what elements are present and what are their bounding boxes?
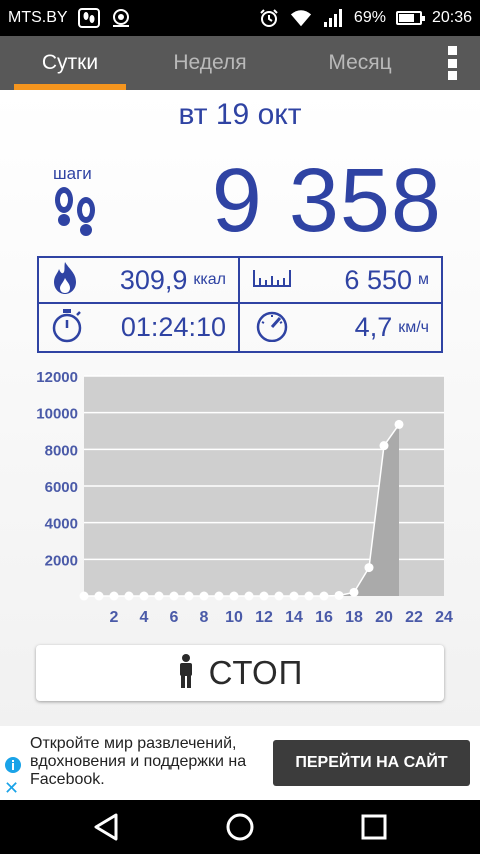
x-tick-label: 10 bbox=[225, 609, 243, 626]
distance-unit: м bbox=[418, 271, 429, 288]
battery-percent: 69% bbox=[353, 9, 386, 26]
tab-label: Месяц bbox=[328, 51, 392, 74]
clock-time: 20:36 bbox=[431, 9, 472, 26]
chart-data-point bbox=[364, 563, 374, 573]
stop-button-label: СТОП bbox=[208, 654, 304, 691]
calories-unit: ккал bbox=[193, 271, 226, 288]
y-tick-label: 2000 bbox=[45, 552, 78, 569]
tab-day[interactable]: Сутки bbox=[0, 36, 140, 90]
chart-data-point bbox=[259, 591, 269, 601]
x-tick-label: 22 bbox=[405, 609, 423, 626]
chart-data-point bbox=[289, 591, 299, 601]
chart-data-point bbox=[394, 419, 404, 429]
speed-value: 4,7 bbox=[354, 312, 393, 342]
y-tick-label: 6000 bbox=[45, 479, 78, 496]
x-tick-label: 18 bbox=[345, 609, 363, 626]
x-tick-label: 16 bbox=[315, 609, 333, 626]
chart-data-point bbox=[184, 591, 194, 601]
chart-data-point bbox=[124, 591, 134, 601]
chart-data-point bbox=[379, 441, 389, 451]
ad-text: Откройте мир развлечений, вдохновения и … bbox=[30, 735, 247, 788]
stop-button[interactable]: СТОП bbox=[36, 645, 444, 701]
distance-value: 6 550 bbox=[344, 264, 412, 295]
stats-grid: 309,9 ккал 6 550 м 01:24:10 4,7 км/ч bbox=[37, 256, 443, 353]
chart-data-point bbox=[109, 591, 119, 601]
close-icon[interactable]: ✕ bbox=[4, 778, 19, 799]
overflow-menu-icon[interactable] bbox=[448, 46, 458, 80]
chart-data-point bbox=[349, 587, 359, 597]
navigation-bar bbox=[0, 800, 480, 854]
tab-label: Неделя bbox=[173, 51, 247, 74]
chart-data-point bbox=[154, 591, 164, 601]
chart-data-point bbox=[94, 591, 104, 601]
calories-cell: 309,9 ккал bbox=[39, 258, 240, 304]
flame-icon bbox=[51, 261, 79, 300]
duration-value: 01:24:10 bbox=[120, 312, 226, 342]
wifi-icon bbox=[290, 8, 312, 28]
tab-bar: Сутки Неделя Месяц bbox=[0, 36, 480, 90]
chart-data-point bbox=[229, 591, 239, 601]
info-icon[interactable] bbox=[4, 756, 22, 779]
chart-data-point bbox=[334, 590, 344, 600]
back-icon[interactable] bbox=[86, 810, 126, 844]
carrier-name: MTS.BY bbox=[8, 9, 68, 26]
y-tick-label: 4000 bbox=[45, 516, 78, 533]
speed-cell: 4,7 км/ч bbox=[240, 304, 441, 351]
x-tick-label: 12 bbox=[255, 609, 273, 626]
chart-data-point bbox=[304, 591, 314, 601]
chart-data-point bbox=[214, 591, 224, 601]
chart-data-point bbox=[319, 591, 329, 601]
x-tick-label: 14 bbox=[285, 609, 303, 626]
distance-cell: 6 550 м bbox=[240, 258, 441, 304]
chart-data-point bbox=[169, 591, 179, 601]
steps-chart: 120001000080006000400020002 4 6 8 10 12 14 16 18… bbox=[36, 370, 453, 626]
status-bar: MTS.BY 69% 20:36 bbox=[0, 0, 480, 36]
speed-unit: км/ч bbox=[398, 318, 429, 336]
x-tick-label: 4 bbox=[140, 609, 149, 626]
location-icon bbox=[110, 8, 132, 28]
y-tick-label: 10000 bbox=[36, 406, 78, 423]
tab-month[interactable]: Месяц bbox=[280, 36, 440, 90]
main-content: вт 19 окт шаги 9 358 309,9 ккал 6 550 м bbox=[0, 90, 480, 726]
ad-cta-button[interactable]: ПЕРЕЙТИ НА САЙТ bbox=[273, 740, 470, 786]
calories-value: 309,9 bbox=[119, 264, 188, 295]
date-label: вт 19 окт bbox=[178, 98, 302, 131]
speedometer-icon bbox=[252, 308, 292, 347]
duration-cell: 01:24:10 bbox=[39, 304, 240, 351]
x-tick-label: 8 bbox=[200, 609, 209, 626]
alarm-icon bbox=[258, 8, 280, 28]
x-tick-label: 2 bbox=[110, 609, 119, 626]
tab-week[interactable]: Неделя bbox=[140, 36, 280, 90]
x-tick-label: 6 bbox=[170, 609, 179, 626]
ruler-icon bbox=[252, 266, 292, 295]
chart-data-point bbox=[79, 591, 89, 601]
signal-icon bbox=[322, 8, 344, 28]
steps-count: 9 358 bbox=[211, 151, 442, 251]
stopwatch-icon bbox=[51, 307, 83, 348]
recents-icon[interactable] bbox=[354, 810, 394, 844]
person-icon bbox=[177, 653, 195, 693]
footprint-icon bbox=[77, 8, 100, 28]
steps-label: шаги bbox=[53, 164, 92, 183]
tab-label: Сутки bbox=[41, 51, 99, 74]
x-tick-label: 24 bbox=[435, 609, 453, 626]
chart-data-point bbox=[274, 591, 284, 601]
battery-icon bbox=[395, 11, 425, 25]
chart-data-point bbox=[139, 591, 149, 601]
x-tick-label: 20 bbox=[375, 609, 393, 626]
y-tick-label: 12000 bbox=[36, 370, 78, 386]
ad-banner[interactable]: ✕ Откройте мир развлечений, вдохновения … bbox=[0, 726, 480, 800]
chart-data-point bbox=[199, 591, 209, 601]
chart-data-point bbox=[244, 591, 254, 601]
home-icon[interactable] bbox=[220, 810, 260, 844]
footsteps-icon bbox=[50, 186, 100, 243]
y-tick-label: 8000 bbox=[45, 442, 78, 459]
